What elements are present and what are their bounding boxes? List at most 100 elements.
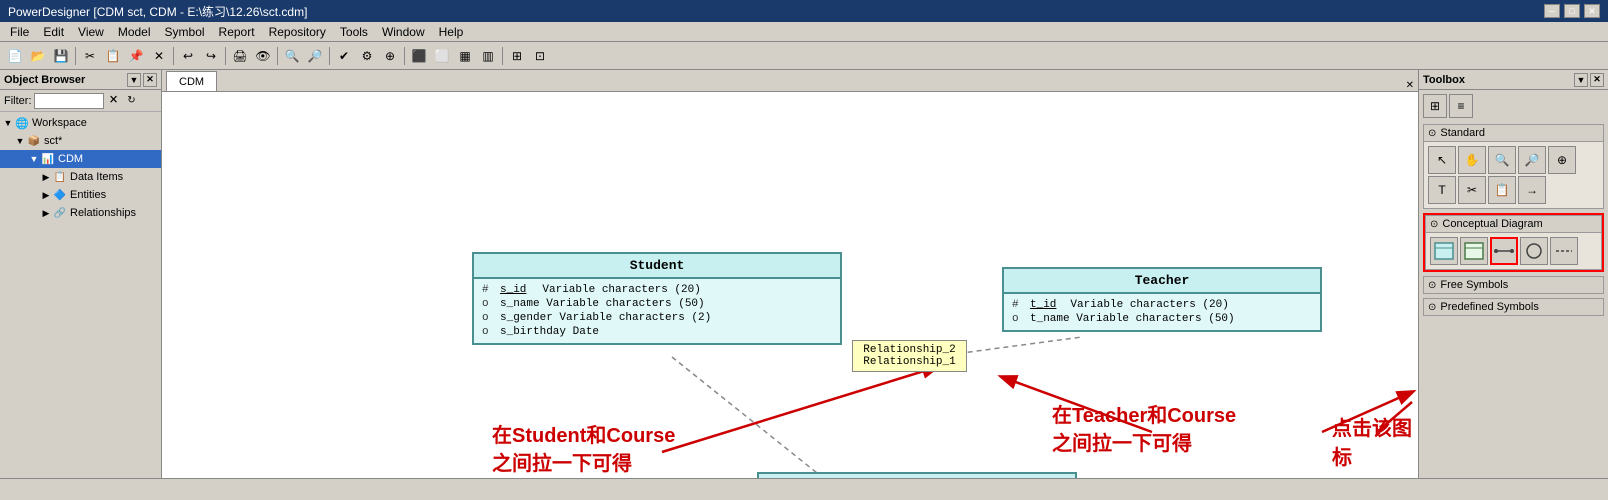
title-bar-controls: ─ □ ✕ — [1544, 4, 1600, 18]
tool-entity-view[interactable] — [1460, 237, 1488, 265]
open-btn[interactable]: 📂 — [27, 45, 49, 67]
student-title: Student — [474, 254, 840, 279]
standard-section-header[interactable]: ⊙ Standard — [1423, 124, 1604, 142]
standard-items: ↖ ✋ 🔍 🔎 ⊕ T ✂ 📋 → — [1423, 142, 1604, 209]
tree-relationships[interactable]: ▶ 🔗 Relationships — [0, 204, 161, 222]
teacher-entity[interactable]: Teacher # t_id Variable characters (20) … — [1002, 267, 1322, 332]
tree-entities[interactable]: ▶ 🔷 Entities — [0, 186, 161, 204]
format-btn[interactable]: ▥ — [477, 45, 499, 67]
menu-symbol[interactable]: Symbol — [159, 24, 211, 40]
tool-zoom-in[interactable]: 🔍 — [1488, 146, 1516, 174]
toolbox-pin-btn[interactable]: ▼ — [1574, 73, 1588, 87]
tool-hand[interactable]: ✋ — [1458, 146, 1486, 174]
tree-data-items[interactable]: ▶ 📋 Data Items — [0, 168, 161, 186]
align-right-btn[interactable]: ▦ — [454, 45, 476, 67]
tool-relationship[interactable] — [1490, 237, 1518, 265]
conceptual-diagram-header[interactable]: ⊙ Conceptual Diagram — [1425, 215, 1602, 233]
sep6 — [404, 47, 405, 65]
print-btn[interactable]: 🖨 — [229, 45, 251, 67]
tool-zoom-rect[interactable]: ⊕ — [1548, 146, 1576, 174]
workspace-expand[interactable]: ▼ — [2, 117, 14, 129]
menu-edit[interactable]: Edit — [37, 24, 70, 40]
canvas-close-icon[interactable]: ✕ — [1406, 80, 1414, 91]
toolbox-grid-icon[interactable]: ⊞ — [1423, 94, 1447, 118]
course-entity[interactable]: Course # c_id Variable characters (10) o… — [757, 472, 1077, 478]
align-left-btn[interactable]: ⬛ — [408, 45, 430, 67]
sct-expand[interactable]: ▼ — [14, 135, 26, 147]
zoom-out-btn[interactable]: 🔎 — [304, 45, 326, 67]
tool-inheritance[interactable] — [1520, 237, 1548, 265]
toolbox-title: Toolbox — [1423, 74, 1465, 86]
course-title: Course — [759, 474, 1075, 478]
menu-report[interactable]: Report — [213, 24, 261, 40]
check-btn[interactable]: ✔ — [333, 45, 355, 67]
close-button[interactable]: ✕ — [1584, 4, 1600, 18]
predefined-symbols-header[interactable]: ⊙ Predefined Symbols — [1423, 298, 1604, 316]
generate-btn[interactable]: ⚙ — [356, 45, 378, 67]
new-btn[interactable]: 📄 — [4, 45, 26, 67]
student-entity[interactable]: Student # s_id Variable characters (20) … — [472, 252, 842, 345]
filter-apply-icon[interactable]: ↻ — [124, 93, 140, 109]
preview-btn[interactable]: 👁 — [252, 45, 274, 67]
panel-controls: ▼ ✕ — [127, 73, 157, 87]
tool-cut[interactable]: ✂ — [1458, 176, 1486, 204]
student-field-3: o s_birthday Date — [482, 325, 832, 339]
paste-btn[interactable]: 📌 — [125, 45, 147, 67]
panel-pin-btn[interactable]: ▼ — [127, 73, 141, 87]
relationship-box[interactable]: Relationship_2 Relationship_1 — [852, 340, 967, 372]
object-browser-panel: Object Browser ▼ ✕ Filter: 🗙 ↻ ▼ 🌐 Works… — [0, 70, 162, 478]
teacher-title: Teacher — [1004, 269, 1320, 294]
panel-close-btn[interactable]: ✕ — [143, 73, 157, 87]
tool-arrow[interactable]: → — [1518, 176, 1546, 204]
undo-btn[interactable]: ↩ — [177, 45, 199, 67]
tool-copy[interactable]: 📋 — [1488, 176, 1516, 204]
menu-tools[interactable]: Tools — [334, 24, 374, 40]
delete-btn[interactable]: ✕ — [148, 45, 170, 67]
standard-label: Standard — [1440, 127, 1485, 139]
cdm-expand[interactable]: ▼ — [28, 153, 40, 165]
menu-repository[interactable]: Repository — [263, 24, 332, 40]
predefined-symbols-label: Predefined Symbols — [1440, 301, 1538, 313]
tree-sct[interactable]: ▼ 📦 sct* — [0, 132, 161, 150]
cdm-tab[interactable]: CDM — [166, 71, 217, 91]
main-container: Object Browser ▼ ✕ Filter: 🗙 ↻ ▼ 🌐 Works… — [0, 70, 1608, 478]
tab-controls: ✕ — [1406, 80, 1414, 91]
tool-entity[interactable] — [1430, 237, 1458, 265]
auto-layout-btn[interactable]: ⊞ — [506, 45, 528, 67]
entities-expand[interactable]: ▶ — [40, 189, 52, 201]
impact-btn[interactable]: ⊕ — [379, 45, 401, 67]
menu-help[interactable]: Help — [433, 24, 470, 40]
filter-label: Filter: — [4, 95, 32, 107]
filter-input[interactable] — [34, 93, 104, 109]
tool-assoc-link[interactable] — [1550, 237, 1578, 265]
sep5 — [329, 47, 330, 65]
minimize-button[interactable]: ─ — [1544, 4, 1560, 18]
zoom-in-btn[interactable]: 🔍 — [281, 45, 303, 67]
tree-workspace[interactable]: ▼ 🌐 Workspace — [0, 114, 161, 132]
copy-btn[interactable]: 📋 — [102, 45, 124, 67]
free-symbols-header[interactable]: ⊙ Free Symbols — [1423, 276, 1604, 294]
tool-text[interactable]: T — [1428, 176, 1456, 204]
fit-btn[interactable]: ⊡ — [529, 45, 551, 67]
tool-zoom-out[interactable]: 🔎 — [1518, 146, 1546, 174]
redo-btn[interactable]: ↪ — [200, 45, 222, 67]
menu-model[interactable]: Model — [112, 24, 157, 40]
toolbox-close-btn[interactable]: ✕ — [1590, 73, 1604, 87]
menu-view[interactable]: View — [72, 24, 110, 40]
conceptual-diagram-label: Conceptual Diagram — [1442, 218, 1542, 230]
tree-cdm[interactable]: ▼ 📊 CDM — [0, 150, 161, 168]
menu-window[interactable]: Window — [376, 24, 431, 40]
toolbox-icon-row: ⊞ ≡ — [1423, 94, 1604, 118]
filter-clear-icon[interactable]: 🗙 — [106, 93, 122, 109]
relationships-expand[interactable]: ▶ — [40, 207, 52, 219]
canvas-content[interactable]: Student # s_id Variable characters (20) … — [162, 92, 1418, 478]
tool-pointer[interactable]: ↖ — [1428, 146, 1456, 174]
data-items-expand[interactable]: ▶ — [40, 171, 52, 183]
cut-btn[interactable]: ✂ — [79, 45, 101, 67]
sep4 — [277, 47, 278, 65]
save-btn[interactable]: 💾 — [50, 45, 72, 67]
toolbox-list-icon[interactable]: ≡ — [1449, 94, 1473, 118]
align-center-btn[interactable]: ⬜ — [431, 45, 453, 67]
menu-file[interactable]: File — [4, 24, 35, 40]
maximize-button[interactable]: □ — [1564, 4, 1580, 18]
